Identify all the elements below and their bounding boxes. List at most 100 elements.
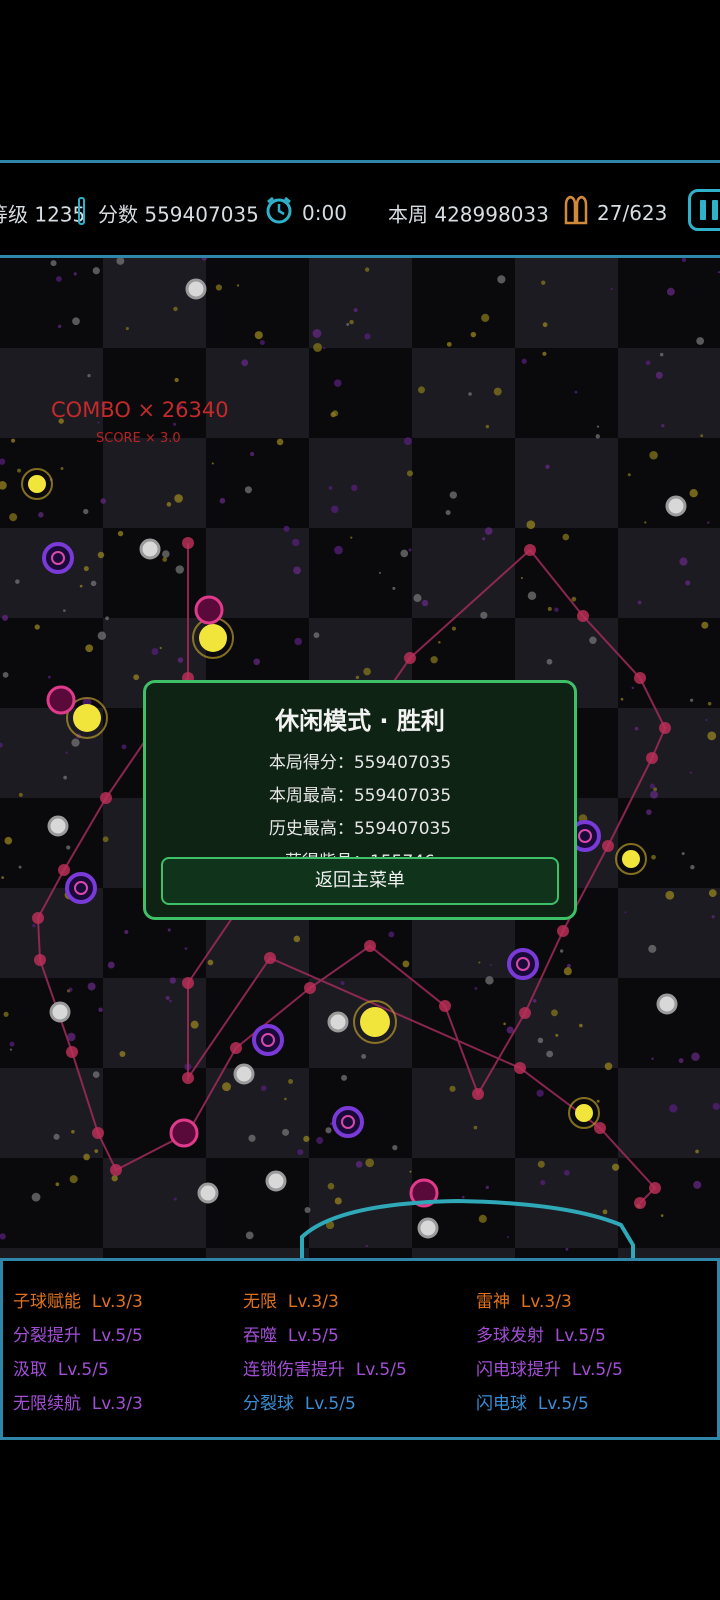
particle: [259, 340, 265, 345]
particle: [328, 486, 333, 490]
particle: [90, 580, 97, 587]
yellow-ball: [199, 624, 227, 652]
chain-node: [472, 1088, 484, 1100]
chain-node: [364, 940, 376, 952]
particle: [485, 424, 490, 429]
particle: [527, 591, 537, 601]
particle: [681, 258, 687, 262]
particle: [87, 373, 91, 378]
particle: [707, 731, 717, 741]
particle: [241, 359, 249, 367]
particle: [105, 616, 109, 621]
particle: [2, 671, 9, 678]
particle: [473, 1125, 478, 1130]
particle: [294, 637, 302, 646]
particle: [177, 657, 184, 663]
chain-node: [519, 1007, 531, 1019]
particle: [400, 549, 409, 558]
particle: [540, 1179, 546, 1186]
particle: [50, 260, 57, 267]
particle: [555, 1033, 559, 1037]
particle: [17, 468, 21, 473]
particle: [173, 422, 177, 426]
particle: [169, 977, 177, 984]
particle: [211, 462, 214, 465]
chain-node: [524, 544, 536, 556]
particle: [712, 1102, 720, 1110]
particle: [162, 557, 168, 562]
particle: [421, 599, 429, 607]
particle: [545, 464, 550, 470]
particle: [58, 324, 62, 329]
particle: [313, 342, 323, 352]
white-ball: [47, 815, 69, 837]
particle: [653, 787, 658, 792]
particle: [669, 1104, 678, 1113]
particle: [166, 502, 172, 507]
particle: [133, 674, 140, 681]
particle: [119, 1050, 126, 1057]
particle: [364, 333, 371, 340]
skill-entry: 分裂提升 Lv.5/5: [13, 1326, 143, 1346]
particle: [430, 656, 438, 664]
skill-entry: 雷神 Lv.3/3: [476, 1292, 572, 1312]
particle: [521, 358, 527, 364]
particle: [63, 609, 66, 612]
chain-node: [404, 652, 416, 664]
particle: [646, 809, 652, 815]
particle: [446, 341, 452, 347]
particle: [497, 275, 506, 284]
particle: [631, 686, 635, 690]
return-main-menu-button[interactable]: 返回主菜单: [161, 857, 559, 905]
particle: [71, 1129, 75, 1134]
particle: [542, 351, 547, 356]
particle: [313, 632, 320, 639]
particle: [611, 1163, 620, 1171]
particle: [340, 981, 345, 986]
particle: [485, 1185, 490, 1190]
particle: [536, 1089, 544, 1097]
particle: [546, 658, 553, 665]
particle: [364, 267, 370, 272]
particle: [365, 1158, 375, 1168]
particle: [254, 331, 263, 340]
particle: [100, 498, 106, 504]
particle: [644, 521, 647, 524]
particle: [18, 865, 22, 869]
particle: [355, 675, 360, 680]
dialog-title: 休闲模式 · 胜利: [275, 707, 445, 735]
particle: [520, 576, 524, 580]
particle: [661, 424, 665, 428]
particle: [705, 718, 708, 722]
chain-node: [646, 752, 658, 764]
particle: [403, 437, 412, 446]
particle: [546, 1050, 554, 1058]
particle: [55, 1182, 60, 1187]
particle: [111, 1175, 118, 1182]
particle: [297, 1149, 304, 1156]
particle: [173, 306, 178, 312]
particle: [363, 667, 371, 676]
chain-node: [182, 537, 194, 549]
vortex-ball: [65, 872, 97, 904]
particle: [11, 438, 16, 443]
pause-button[interactable]: [688, 189, 720, 231]
particle: [418, 386, 425, 394]
particle: [666, 287, 675, 296]
particle: [222, 1082, 231, 1092]
chain-node: [649, 1182, 661, 1194]
combo-counter: COMBO × 26340: [51, 398, 229, 422]
particle: [685, 580, 691, 586]
skill-entry: 闪电球提升 Lv.5/5: [476, 1360, 623, 1380]
particle: [489, 964, 492, 967]
particle: [168, 999, 172, 1003]
particle: [537, 1160, 545, 1168]
pause-icon: [700, 200, 706, 220]
particle: [707, 701, 712, 706]
yellow-ball: [622, 850, 640, 868]
particle: [98, 1007, 103, 1012]
vortex-ball: [507, 948, 539, 980]
paddle[interactable]: [298, 1193, 638, 1258]
white-ball: [139, 538, 161, 560]
particle: [451, 626, 456, 631]
